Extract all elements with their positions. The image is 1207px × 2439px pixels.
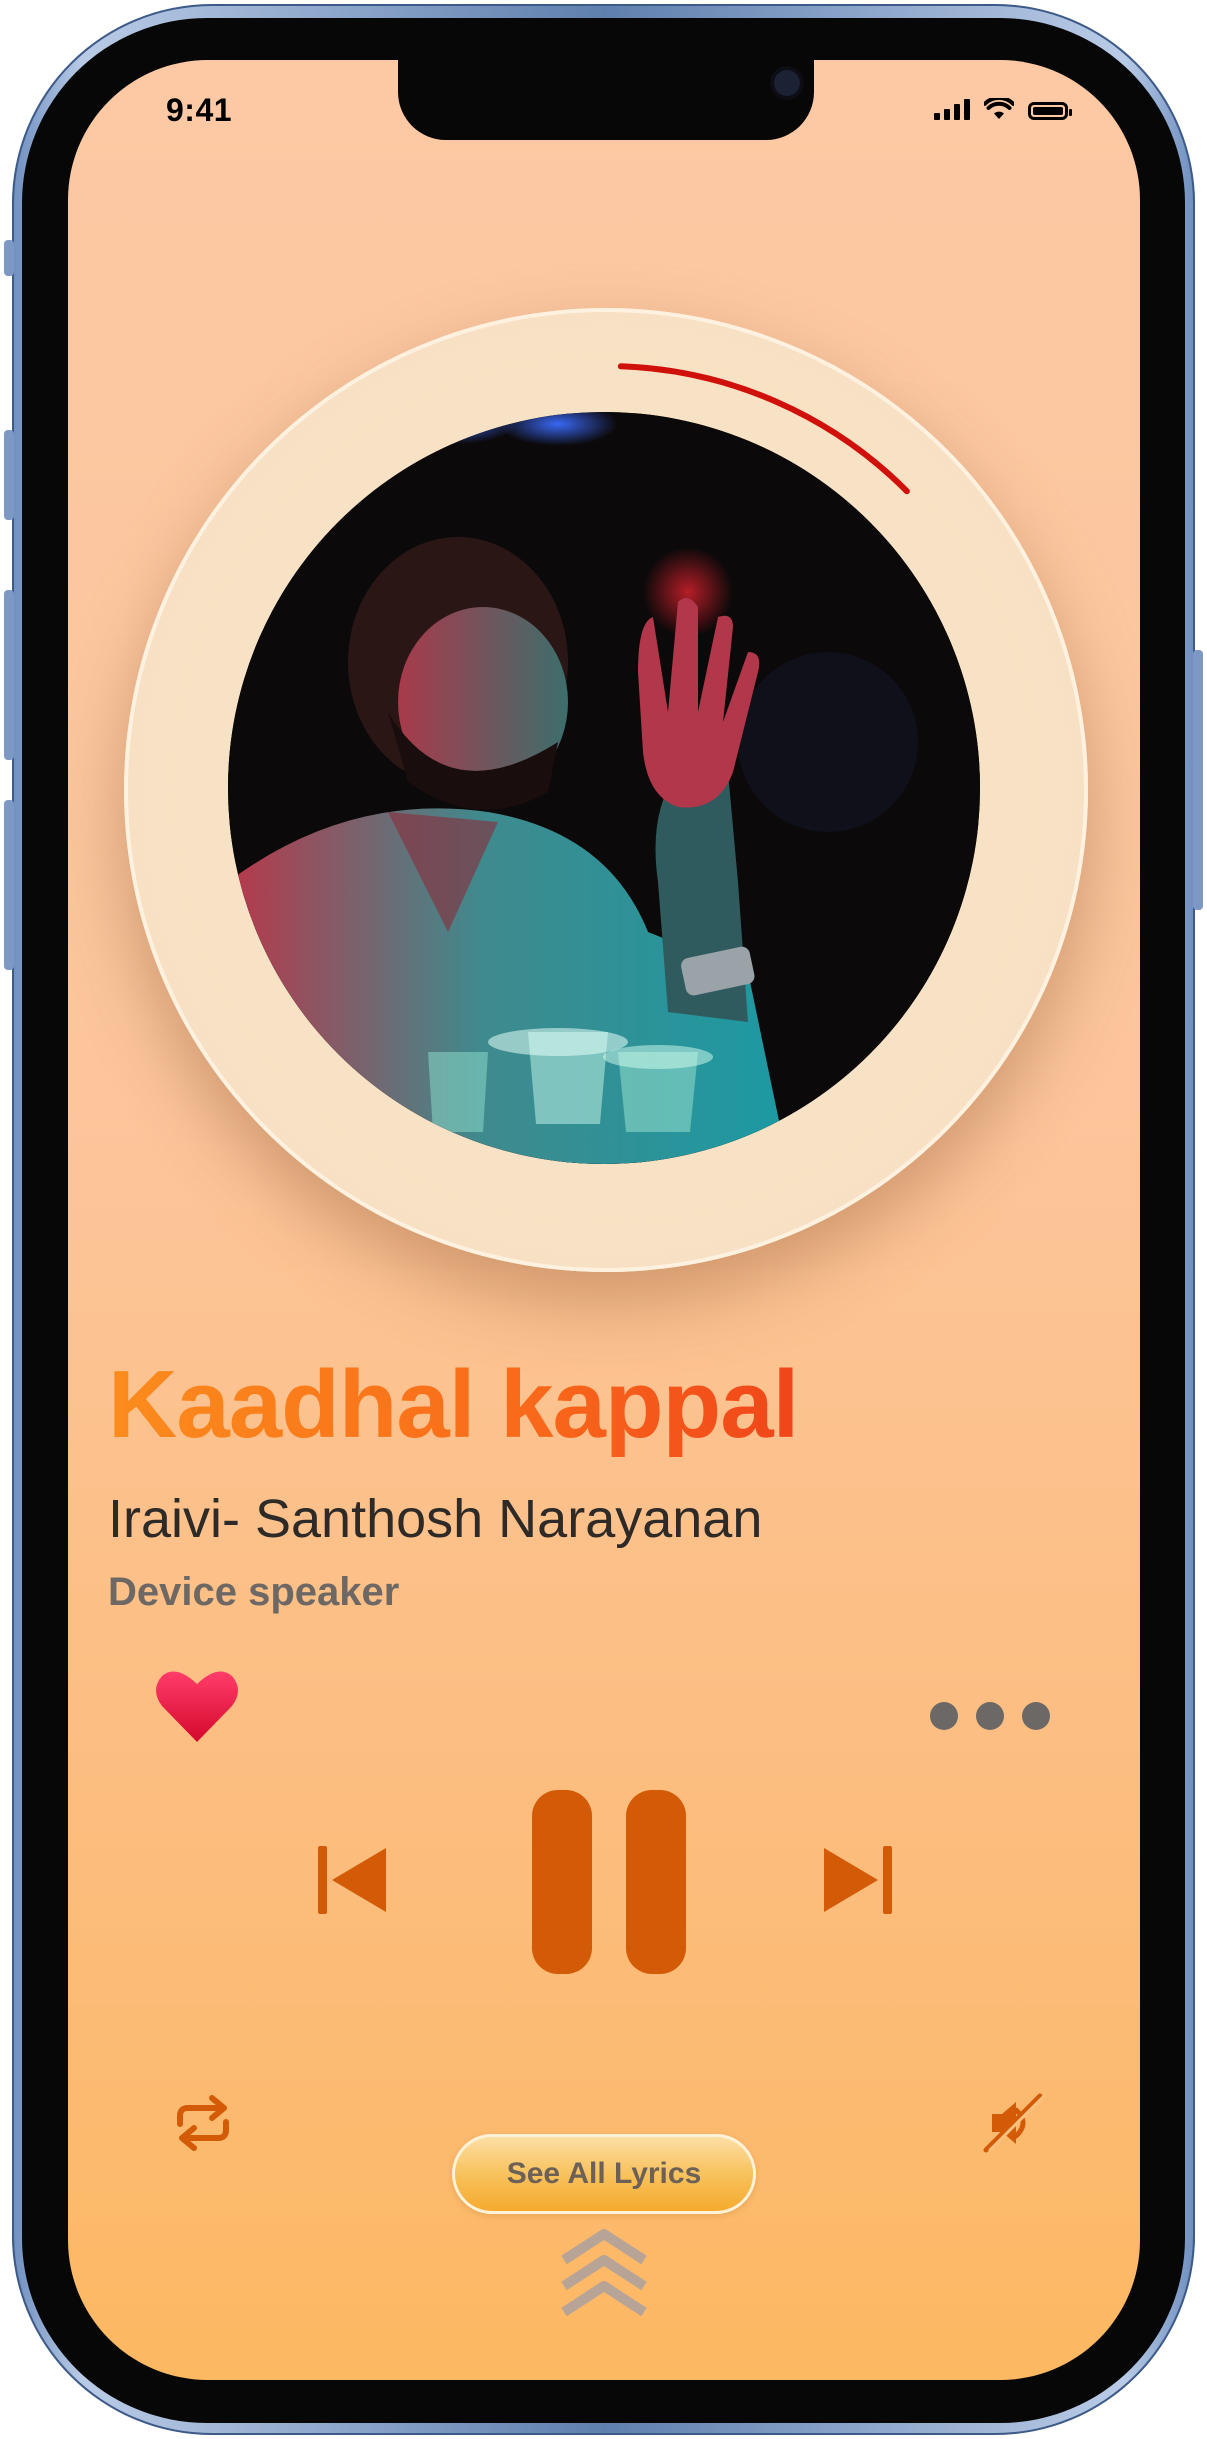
power-button <box>1193 650 1203 910</box>
mute-button[interactable] <box>980 2090 1046 2156</box>
heart-icon <box>156 1671 238 1742</box>
repeat-icon <box>177 2095 229 2151</box>
artist-name: Iraivi- Santhosh Narayanan <box>108 1489 763 1549</box>
mute-icon <box>983 2093 1046 2153</box>
next-button[interactable] <box>818 1840 898 1920</box>
output-device[interactable]: Device speaker <box>108 1570 399 1615</box>
more-options-button[interactable] <box>928 1696 1052 1736</box>
more-dots-icon <box>930 1702 1050 1730</box>
like-button[interactable] <box>154 1666 240 1746</box>
next-icon <box>824 1846 892 1914</box>
volume-down-button <box>4 590 14 760</box>
wifi-icon <box>984 98 1014 119</box>
front-camera <box>774 70 800 96</box>
see-all-lyrics-button[interactable]: See All Lyrics <box>452 2134 756 2214</box>
volume-up-button <box>4 430 14 520</box>
status-icons <box>934 98 1072 120</box>
status-time: 9:41 <box>166 92 233 128</box>
silent-switch <box>4 240 14 276</box>
pause-button[interactable] <box>530 1788 690 1976</box>
previous-button[interactable] <box>312 1840 392 1920</box>
progress-arc[interactable] <box>124 308 1088 1272</box>
player-screen: 9:41 Kaadhal kappal Iraivi- Santhosh Nar… <box>68 60 1140 2380</box>
cellular-signal-icon <box>934 98 970 120</box>
chevron-up-icon <box>561 2229 647 2317</box>
notch <box>398 60 814 140</box>
pause-icon <box>532 1790 686 1974</box>
progress-arc-fill <box>617 363 910 495</box>
previous-icon <box>318 1846 386 1914</box>
repeat-button[interactable] <box>170 2090 236 2156</box>
side-lower-button <box>4 800 14 970</box>
song-title: Kaadhal kappal <box>108 1351 799 1458</box>
expand-lyrics-button[interactable] <box>554 2222 654 2332</box>
battery-icon <box>1028 102 1072 120</box>
